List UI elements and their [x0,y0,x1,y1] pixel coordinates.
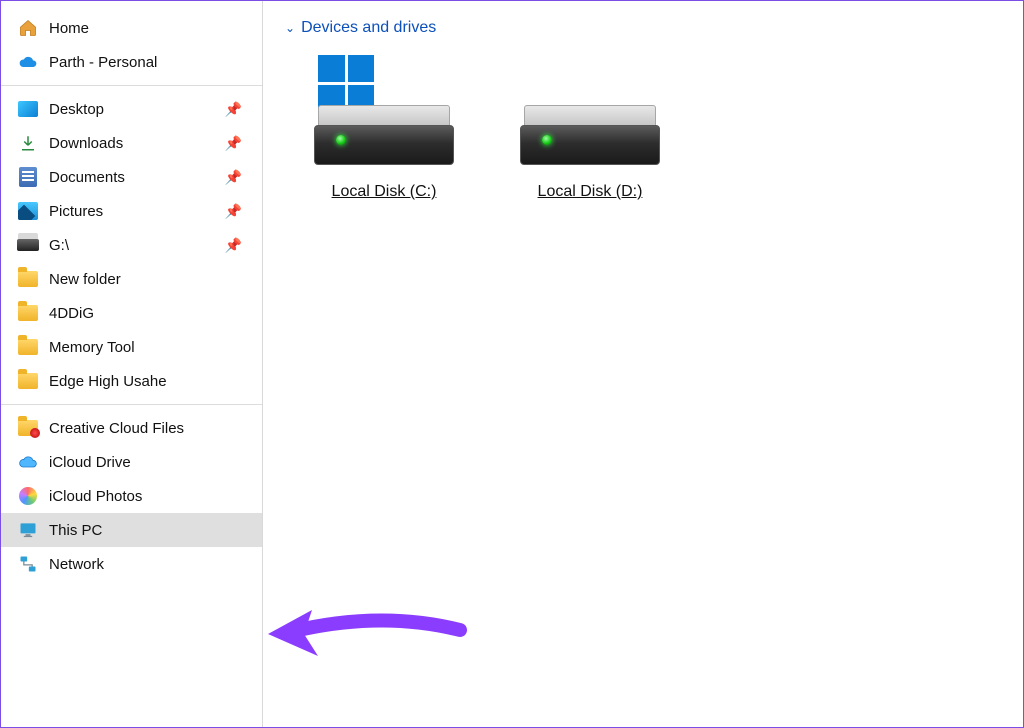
home-icon [17,17,39,39]
sidebar-quick-section: Desktop 📌 Downloads 📌 Documents 📌 Pictur… [1,92,262,405]
sidebar-item-desktop[interactable]: Desktop 📌 [1,92,262,126]
desktop-icon [17,98,39,120]
folder-icon [17,370,39,392]
folder-icon [17,302,39,324]
chevron-down-icon: ⌄ [285,21,295,35]
icloud-photos-icon [17,485,39,507]
sidebar-item-label: Memory Tool [49,339,252,356]
sidebar-item-memory-tool[interactable]: Memory Tool [1,330,262,364]
sidebar-item-label: Desktop [49,101,215,118]
drive-item-c[interactable]: Local Disk (C:) [309,55,459,201]
download-icon [17,132,39,154]
sidebar-item-label: Parth - Personal [49,54,252,71]
sidebar-item-network[interactable]: Network [1,547,262,581]
sidebar-item-creative-cloud[interactable]: Creative Cloud Files [1,411,262,445]
network-icon [17,553,39,575]
sidebar-item-label: Downloads [49,135,215,152]
sidebar-item-icloud-photos[interactable]: iCloud Photos [1,479,262,513]
document-icon [17,166,39,188]
sidebar-item-label: Network [49,556,252,573]
drive-label: Local Disk (C:) [332,183,437,201]
sidebar-item-label: Creative Cloud Files [49,420,252,437]
sidebar-item-new-folder[interactable]: New folder [1,262,262,296]
windows-logo-icon [318,55,374,111]
sidebar-item-label: Home [49,20,252,37]
folder-icon [17,336,39,358]
sidebar-item-label: Edge High Usahe [49,373,252,390]
sidebar-item-home[interactable]: Home [1,11,262,45]
pin-icon: 📌 [225,237,252,254]
sidebar-item-downloads[interactable]: Downloads 📌 [1,126,262,160]
sidebar-item-label: G:\ [49,237,215,254]
sidebar-item-documents[interactable]: Documents 📌 [1,160,262,194]
drive-item-d[interactable]: Local Disk (D:) [515,55,665,201]
sidebar-locations-section: Creative Cloud Files iCloud Drive iCloud… [1,411,262,587]
pin-icon: 📌 [225,169,252,186]
sidebar-home-section: Home Parth - Personal [1,11,262,86]
navigation-sidebar: Home Parth - Personal Desktop 📌 Download… [1,1,263,727]
sidebar-item-label: This PC [49,522,252,539]
icloud-drive-icon [17,451,39,473]
sidebar-item-label: Pictures [49,203,215,220]
drive-icon [520,55,660,165]
sidebar-item-onedrive[interactable]: Parth - Personal [1,45,262,79]
sidebar-item-this-pc[interactable]: This PC [1,513,262,547]
pin-icon: 📌 [225,135,252,152]
pictures-icon [17,200,39,222]
sidebar-item-drive-g[interactable]: G:\ 📌 [1,228,262,262]
sidebar-item-label: 4DDiG [49,305,252,322]
creative-cloud-folder-icon [17,417,39,439]
drive-label: Local Disk (D:) [538,183,643,201]
sidebar-item-label: iCloud Photos [49,488,252,505]
sidebar-item-edge-high[interactable]: Edge High Usahe [1,364,262,398]
sidebar-item-pictures[interactable]: Pictures 📌 [1,194,262,228]
drives-container: Local Disk (C:) Local Disk (D:) [285,55,1001,201]
main-content: ⌄ Devices and drives Local Disk (C:) Loc… [263,1,1023,727]
drive-g-icon [17,234,39,256]
this-pc-icon [17,519,39,541]
drive-icon [314,55,454,165]
pin-icon: 📌 [225,101,252,118]
devices-section-header[interactable]: ⌄ Devices and drives [285,19,1001,37]
sidebar-item-label: iCloud Drive [49,454,252,471]
sidebar-item-label: New folder [49,271,252,288]
sidebar-item-label: Documents [49,169,215,186]
sidebar-item-icloud-drive[interactable]: iCloud Drive [1,445,262,479]
section-title: Devices and drives [301,19,436,37]
pin-icon: 📌 [225,203,252,220]
folder-icon [17,268,39,290]
sidebar-item-4ddig[interactable]: 4DDiG [1,296,262,330]
cloud-icon [17,51,39,73]
